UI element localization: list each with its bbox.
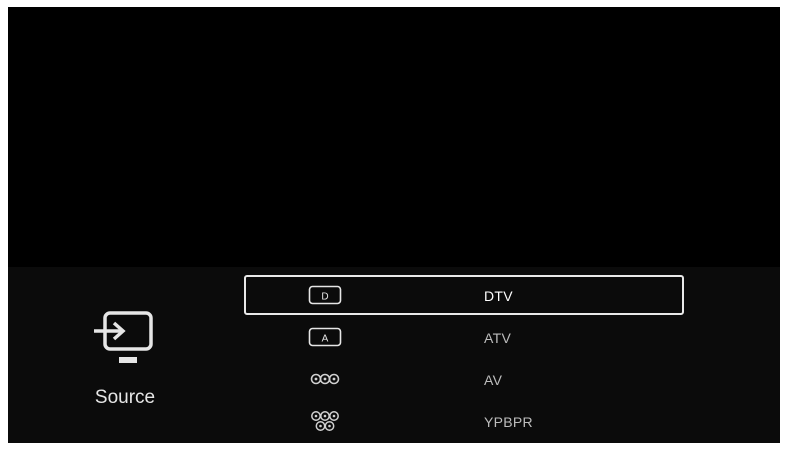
ypbpr-connector-icon — [311, 411, 339, 431]
source-item-ypbpr[interactable]: YPBPR — [244, 401, 684, 441]
source-item-dtv[interactable]: D DTV — [244, 275, 684, 315]
svg-text:A: A — [322, 334, 329, 345]
source-item-label: ATV — [484, 330, 512, 346]
av-connector-icon — [310, 373, 340, 385]
svg-text:D: D — [321, 292, 328, 303]
input-source-icon — [94, 311, 153, 363]
dtv-icon: D — [308, 285, 342, 305]
source-title: Source — [94, 387, 156, 408]
source-item-label: AV — [484, 372, 503, 388]
source-item-av[interactable]: AV — [244, 359, 684, 399]
tv-screen: Source D DTV A ATV AV YPBPR — [8, 7, 780, 443]
source-item-label: YPBPR — [484, 414, 533, 430]
atv-icon: A — [308, 327, 342, 347]
source-list: D DTV A ATV AV YPBPR — [244, 275, 684, 443]
source-item-label: DTV — [484, 288, 513, 304]
source-item-atv[interactable]: A ATV — [244, 317, 684, 357]
